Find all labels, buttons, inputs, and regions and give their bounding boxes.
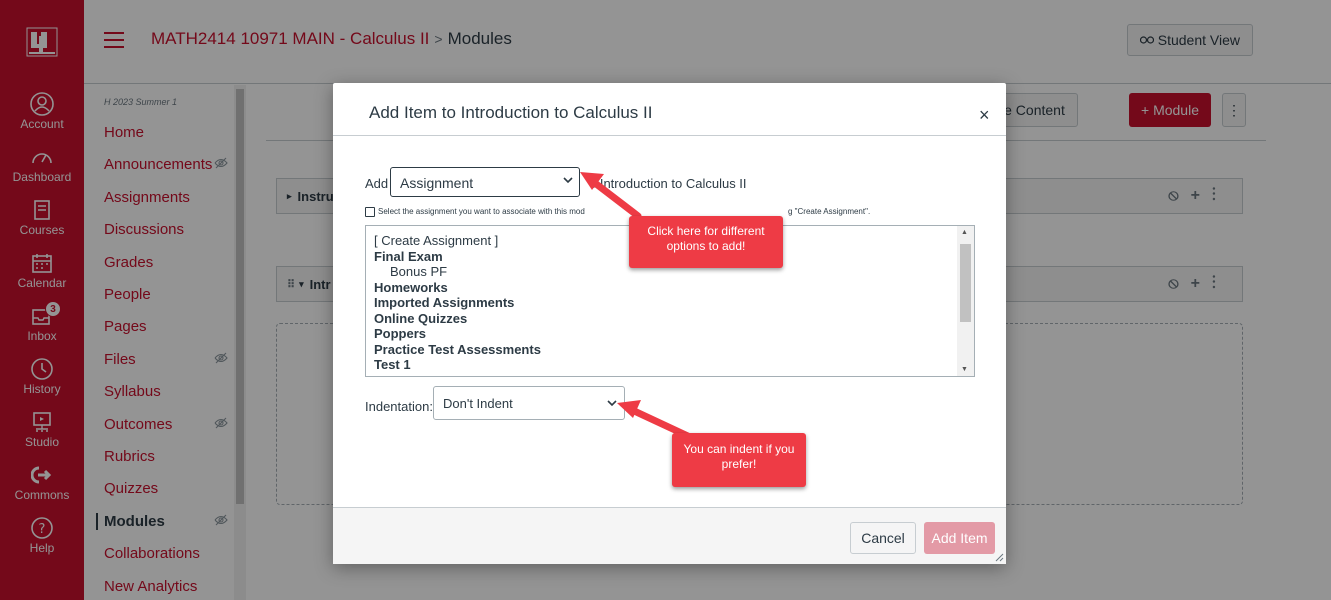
chevron-down-icon — [563, 175, 573, 187]
indentation-value: Don't Indent — [443, 396, 513, 411]
item-type-select[interactable]: Assignment — [390, 167, 580, 197]
list-group-header: Online Quizzes — [374, 310, 468, 326]
help-text-right: g "Create Assignment". — [788, 207, 871, 216]
list-group-header: Practice Test Assessments — [374, 341, 541, 357]
list-group-header: Homeworks — [374, 279, 448, 295]
resize-handle-icon[interactable] — [994, 552, 1004, 562]
divider — [333, 135, 1006, 136]
callout-add-options: Click here for different options to add! — [629, 216, 783, 268]
add-item-dialog: Add Item to Introduction to Calculus II … — [333, 83, 1006, 564]
dialog-footer: Cancel Add Item — [333, 507, 1006, 564]
list-group-header: Poppers — [374, 326, 427, 341]
scroll-down-icon[interactable]: ▼ — [961, 366, 968, 373]
help-text: Select the assignment you want to associ… — [365, 207, 585, 217]
item-type-value: Assignment — [400, 175, 474, 191]
listbox-scrollbar[interactable]: ▲ ▼ — [957, 226, 974, 376]
target-module-text: o Introduction to Calculus II — [589, 176, 747, 191]
dialog-title: Add Item to Introduction to Calculus II — [369, 103, 653, 122]
add-label: Add — [365, 176, 389, 191]
list-group-header: Imported Assignments — [374, 295, 515, 310]
chevron-down-icon — [607, 398, 617, 410]
callout-indent: You can indent if you prefer! — [672, 433, 806, 487]
close-icon[interactable]: × — [979, 105, 990, 126]
indentation-select[interactable]: Don't Indent — [433, 386, 625, 420]
edit-icon — [365, 207, 375, 217]
indentation-label: Indentation: — [365, 399, 433, 414]
list-group-header: Test 1 — [374, 357, 411, 372]
add-item-button[interactable]: Add Item — [924, 522, 995, 554]
help-text-left: Select the assignment you want to associ… — [378, 207, 585, 217]
scroll-up-icon[interactable]: ▲ — [961, 229, 968, 236]
cancel-button[interactable]: Cancel — [850, 522, 916, 554]
list-item[interactable]: Bonus PT1 — [366, 373, 974, 377]
